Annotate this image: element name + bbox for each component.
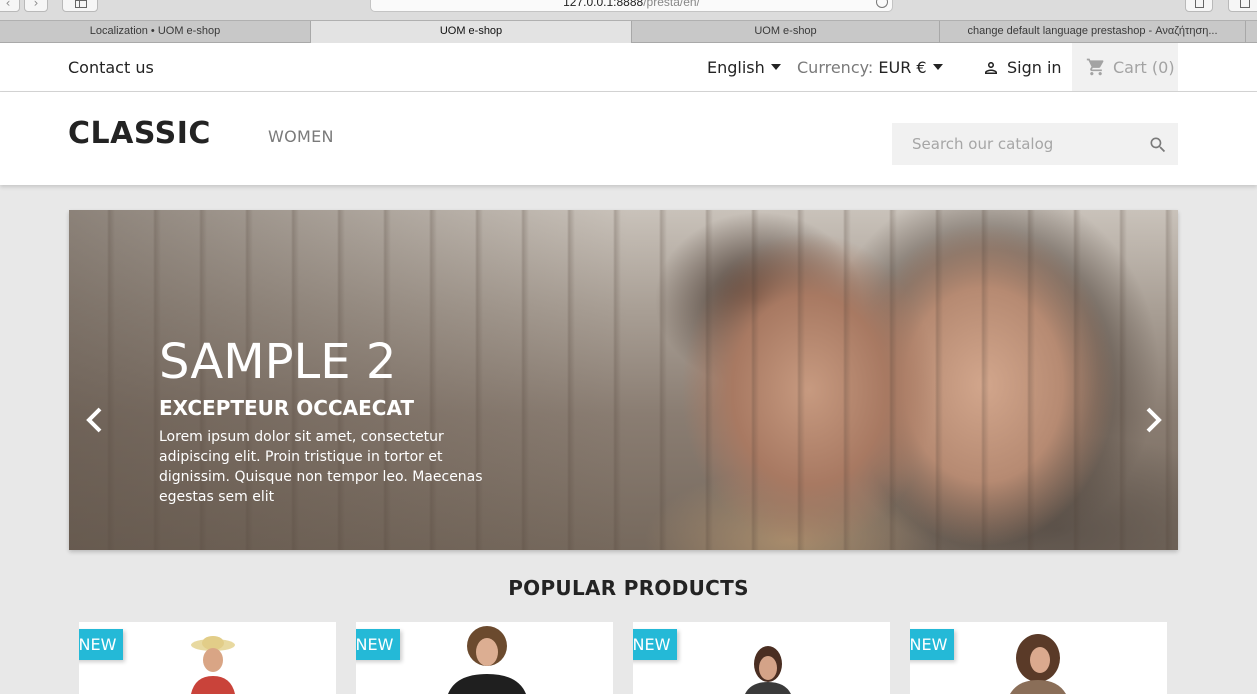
section-title: POPULAR PRODUCTS xyxy=(508,576,749,600)
forward-button[interactable]: › xyxy=(24,0,48,12)
share-icon xyxy=(1195,0,1204,8)
share-button[interactable] xyxy=(1185,0,1213,12)
search-icon[interactable] xyxy=(1148,135,1168,155)
chevron-down-icon xyxy=(932,64,943,70)
sidebar-toggle-button[interactable] xyxy=(62,0,98,12)
new-badge: NEW xyxy=(79,629,123,660)
back-button[interactable]: ‹ xyxy=(0,0,20,12)
slide-description: Lorem ipsum dolor sit amet, consectetur … xyxy=(159,429,483,505)
browser-tab[interactable]: UOM e-shop xyxy=(632,21,940,43)
contact-us-link[interactable]: Contact us xyxy=(68,58,154,77)
currency-selector[interactable]: Currency: EUR € xyxy=(797,58,943,77)
user-icon xyxy=(985,62,997,74)
product-card[interactable]: NEW xyxy=(633,622,890,694)
top-nav: Contact us English Currency: EUR € Sign … xyxy=(0,43,1257,92)
sidebar-icon xyxy=(75,0,87,8)
new-badge: NEW xyxy=(633,629,677,660)
currency-label: Currency: xyxy=(797,58,874,77)
chevron-down-icon xyxy=(770,64,781,70)
cart-button[interactable]: Cart (0) xyxy=(1072,43,1178,91)
search-widget xyxy=(892,123,1178,165)
main-header: CLASSIC WOMEN xyxy=(0,92,1257,185)
language-label: English xyxy=(707,58,765,77)
browser-tab[interactable]: Localization • UOM e-shop xyxy=(0,21,311,43)
cart-label: Cart (0) xyxy=(1113,58,1175,77)
product-card[interactable]: NEW xyxy=(910,622,1167,694)
sign-in-link[interactable]: Sign in xyxy=(982,58,1062,77)
tabs-icon xyxy=(1240,0,1250,8)
browser-toolbar: ‹ › 127.0.0.1:8888/presta/en/ xyxy=(0,0,1257,20)
shopping-cart-icon xyxy=(1086,58,1104,76)
product-card[interactable]: NEW xyxy=(356,622,613,694)
browser-tab-active[interactable]: UOM e-shop xyxy=(311,21,632,43)
browser-tab[interactable]: change default language prestashop - Ανα… xyxy=(940,21,1246,43)
new-badge: NEW xyxy=(356,629,400,660)
hero-carousel: SAMPLE 2 EXCEPTEUR OCCAECAT Lorem ipsum … xyxy=(69,210,1178,550)
url-host: 127.0.0.1:8888 xyxy=(563,0,644,9)
sign-in-label: Sign in xyxy=(1007,58,1062,77)
show-tabs-button[interactable] xyxy=(1228,0,1257,12)
chevron-right-icon[interactable] xyxy=(1145,406,1163,434)
search-input[interactable] xyxy=(892,123,1132,165)
menu-item-women[interactable]: WOMEN xyxy=(268,127,334,146)
currency-value: EUR € xyxy=(878,58,927,77)
slide-subtitle: EXCEPTEUR OCCAECAT xyxy=(159,396,415,420)
language-selector[interactable]: English xyxy=(707,58,781,77)
product-card[interactable]: NEW xyxy=(79,622,336,694)
chevron-left-icon[interactable] xyxy=(85,406,103,434)
reload-icon[interactable] xyxy=(876,0,888,8)
url-path: /presta/en/ xyxy=(643,0,700,9)
slide-title: SAMPLE 2 xyxy=(159,334,397,390)
browser-tab-bar: Localization • UOM e-shop UOM e-shop UOM… xyxy=(0,20,1257,43)
shop-logo[interactable]: CLASSIC xyxy=(68,116,211,151)
address-bar[interactable]: 127.0.0.1:8888/presta/en/ xyxy=(370,0,893,12)
new-badge: NEW xyxy=(910,629,954,660)
